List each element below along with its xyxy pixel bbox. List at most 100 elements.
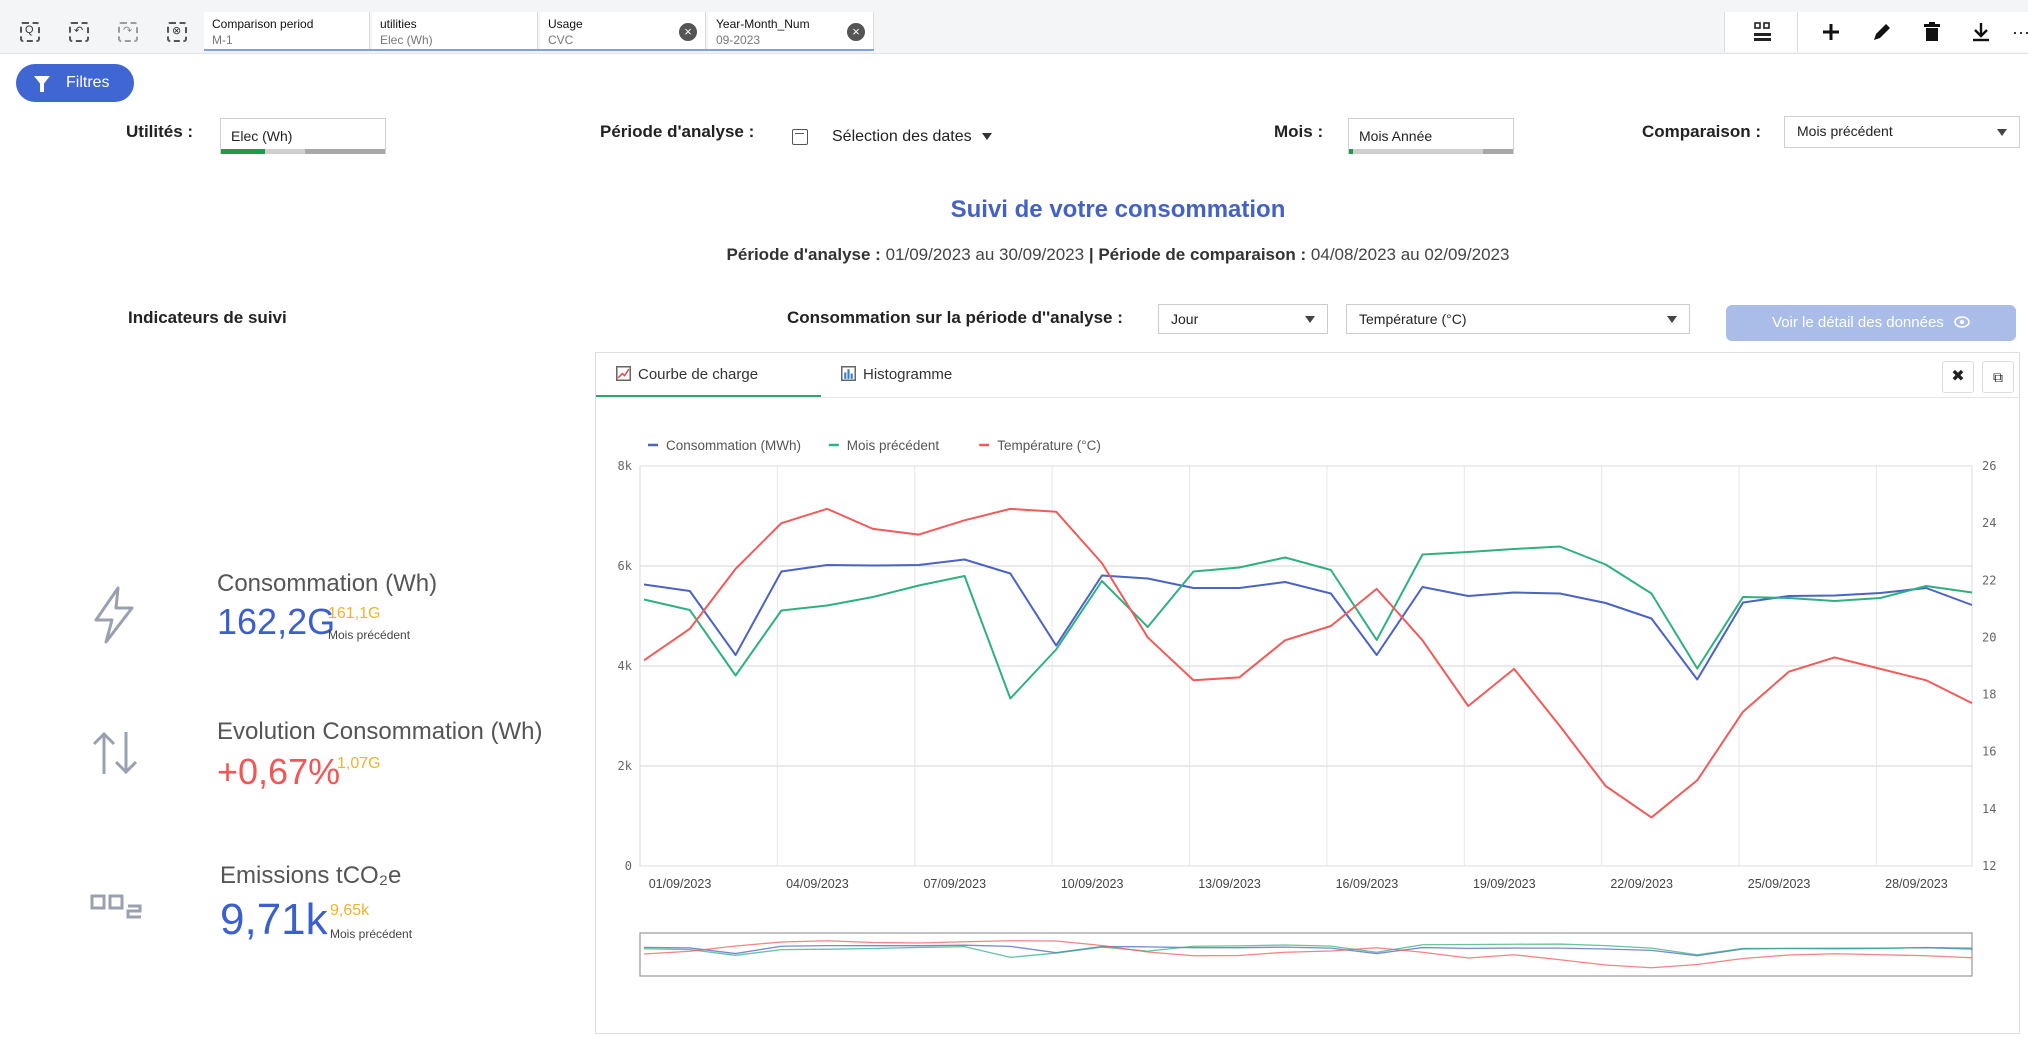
series-lines: [643, 507, 1973, 819]
chip-key: Usage: [548, 17, 583, 31]
caret-down-icon: [1997, 129, 2007, 136]
navigator-frame: [639, 932, 1973, 977]
y-left-tick-label: 6k: [618, 559, 633, 573]
x-tick-label: 22/09/2023: [1610, 877, 1673, 891]
month-select[interactable]: Mois Année: [1348, 118, 1514, 154]
kpi-evolution-compare: 1,07G: [337, 755, 381, 772]
range-navigator[interactable]: [639, 932, 1973, 977]
utilities-label: Utilités :: [126, 122, 194, 141]
y-right-tick-label: 12: [1982, 859, 1996, 873]
x-tick-label: 10/09/2023: [1061, 877, 1124, 891]
view-details-label: Voir le détail des données: [1772, 314, 1944, 331]
tab-label: Courbe de charge: [638, 366, 759, 383]
y-left-tick-label: 8k: [618, 459, 633, 473]
caret-down-icon: [1305, 316, 1315, 323]
more-icon[interactable]: ···: [2009, 20, 2028, 44]
chip-close-icon[interactable]: ×: [679, 23, 697, 41]
calendar-icon[interactable]: [792, 129, 808, 145]
utilities-bar-selected: [221, 149, 265, 154]
legend-label: Température (°C): [997, 438, 1101, 453]
x-tick-label: 28/09/2023: [1885, 877, 1948, 891]
analysis-period-range: 01/09/2023 au 30/09/2023: [885, 245, 1085, 264]
line-chart: Consommation (MWh) Mois précédent Températ…: [618, 438, 1997, 977]
x-tick-label: 16/09/2023: [1336, 877, 1399, 891]
kpi-emissions-value: 9,71k: [220, 895, 328, 944]
chip-value: M-1: [212, 33, 233, 47]
page-title: Suivi de votre consommation: [950, 196, 1286, 223]
expand-icon[interactable]: ✖: [1942, 361, 1974, 393]
utilities-bar-available: [265, 149, 305, 154]
period-separator: |: [1088, 245, 1094, 264]
y-left-tick-label: 0: [625, 859, 632, 873]
bar-chart-icon: [841, 366, 856, 381]
indicators-title: Indicateurs de suivi: [128, 308, 287, 327]
chip-utilities[interactable]: utilities Elec (Wh): [372, 12, 538, 50]
x-tick-label: 01/09/2023: [649, 877, 712, 891]
redo-icon[interactable]: ↷: [118, 22, 138, 42]
chip-value: Elec (Wh): [380, 33, 433, 47]
metric-value: Température (°C): [1359, 311, 1467, 327]
month-label: Mois :: [1274, 122, 1324, 141]
x-tick-label: 07/09/2023: [923, 877, 986, 891]
undo-icon[interactable]: ↶: [69, 22, 89, 42]
utilities-value: Elec (Wh): [231, 128, 293, 144]
chip-value: 09-2023: [716, 33, 761, 47]
legend-label: Consommation (MWh): [666, 438, 801, 453]
chip-year-month[interactable]: Year-Month_Num 09-2023 ×: [708, 12, 874, 50]
line-chart-icon: [616, 366, 631, 381]
comparison-select[interactable]: Mois précédent: [1784, 116, 2020, 148]
bookmark-grid-icon[interactable]: [1751, 20, 1775, 44]
month-bar-available: [1353, 149, 1483, 154]
x-tick-label: 25/09/2023: [1748, 877, 1811, 891]
kpi-evolution-title: Evolution Consommation (Wh): [217, 718, 543, 745]
pencil-icon[interactable]: [1870, 20, 1894, 44]
tab-load-curve[interactable]: Courbe de charge: [616, 363, 758, 397]
kpi-emissions-sub: Mois précédent: [330, 927, 413, 941]
y-left-tick-label: 4k: [618, 659, 633, 673]
right-toolbar: ···: [1724, 12, 2028, 52]
date-picker-label: Sélection des dates: [832, 128, 972, 145]
download-icon[interactable]: [1969, 20, 1993, 44]
popout-icon[interactable]: ⧉: [1982, 361, 2014, 393]
axis-ticks: 0 2k 4k 6k 8k 12 14 16 18 20 22 24 26 01/09/2023 04/09…: [618, 459, 1997, 891]
kpi-consumption-value: 162,2G: [217, 601, 336, 642]
month-value: Mois Année: [1359, 128, 1433, 144]
tab-histogram[interactable]: Histogramme: [841, 363, 952, 397]
period-label: Période d'analyse :: [600, 122, 755, 141]
clear-selection-icon[interactable]: ⊗: [167, 22, 187, 42]
top-toolbar: Q ↶ ↷ ⊗ Comparison period M-1 utilities …: [0, 0, 2028, 54]
kpi-evolution-value: +0,67%: [217, 751, 341, 792]
date-picker[interactable]: Sélection des dates: [832, 128, 993, 146]
series-line-temp-rature-c-: [643, 507, 1973, 819]
granularity-select[interactable]: Jour: [1158, 304, 1328, 334]
caret-down-icon: [982, 133, 993, 141]
y-right-tick-label: 20: [1982, 630, 1996, 644]
y-right-tick-label: 18: [1982, 688, 1996, 702]
select-region-icon[interactable]: Q: [20, 22, 40, 42]
plus-icon[interactable]: [1819, 20, 1843, 44]
metric-select[interactable]: Température (°C): [1346, 304, 1690, 334]
kpi-consumption-compare: 161,1G: [328, 605, 381, 622]
granularity-value: Jour: [1171, 311, 1199, 327]
legend-label: Mois précédent: [847, 438, 940, 453]
view-details-button[interactable]: Voir le détail des données: [1726, 305, 2016, 341]
x-tick-label: 13/09/2023: [1198, 877, 1261, 891]
period-summary: Période d'analyse : 01/09/2023 au 30/09/…: [0, 245, 2028, 265]
chip-comparison-period[interactable]: Comparison period M-1: [204, 12, 370, 50]
y-right-tick-label: 26: [1982, 459, 1996, 473]
trash-icon[interactable]: [1920, 20, 1944, 44]
chip-close-icon[interactable]: ×: [847, 23, 865, 41]
chip-value: CVC: [548, 33, 574, 47]
consumption-period-label: Consommation sur la période d''analyse :: [787, 308, 1123, 327]
arrows-up-down-icon: [92, 731, 138, 775]
comparison-period-range: 04/08/2023 au 02/09/2023: [1310, 245, 1510, 264]
utilities-select[interactable]: Elec (Wh): [220, 118, 386, 154]
funnel-icon: [34, 76, 50, 92]
kpi-emissions-title: Emissions tCO₂e: [220, 862, 402, 889]
filters-button-label: Filtres: [66, 74, 110, 91]
y-right-tick-label: 14: [1982, 802, 1996, 816]
chip-usage[interactable]: Usage CVC ×: [540, 12, 706, 50]
chip-key: Year-Month_Num: [716, 17, 810, 31]
utilities-bar-excluded: [305, 149, 385, 154]
filters-button[interactable]: Filtres: [16, 64, 134, 102]
